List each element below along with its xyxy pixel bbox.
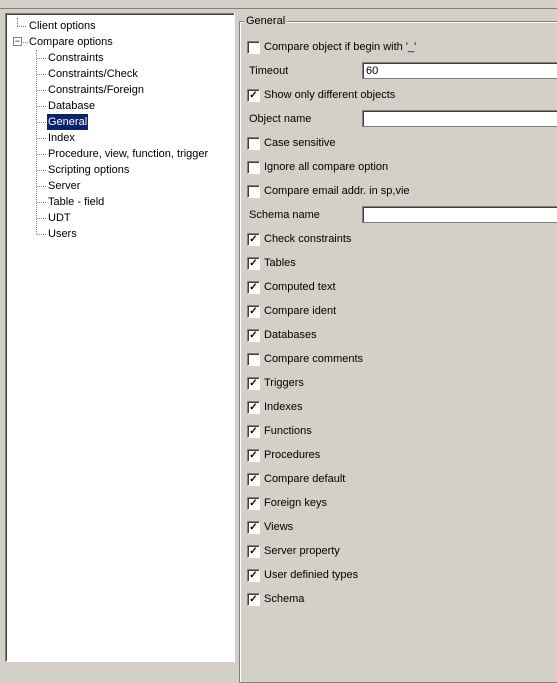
checkbox[interactable] xyxy=(247,185,260,198)
checkbox-label: Show only different objects xyxy=(264,89,396,101)
timeout-label: Timeout xyxy=(249,65,289,77)
checkbox-label: Triggers xyxy=(264,377,304,389)
tree-item[interactable]: Users xyxy=(47,226,78,242)
checkbox-label: Databases xyxy=(264,329,317,341)
tree-item[interactable]: Server xyxy=(47,178,81,194)
checkbox[interactable]: ✓ xyxy=(247,89,260,102)
checkbox-label: Procedures xyxy=(264,449,321,461)
object-name-label: Object name xyxy=(249,113,312,125)
checkbox[interactable]: ✓ xyxy=(247,257,260,270)
tree-item[interactable]: Index xyxy=(47,130,76,146)
checkbox[interactable]: ✓ xyxy=(247,329,260,342)
checkbox[interactable]: ✓ xyxy=(247,305,260,318)
collapse-icon[interactable]: − xyxy=(13,37,22,46)
checkbox-label: Foreign keys xyxy=(264,497,327,509)
checkbox-label: Functions xyxy=(264,425,312,437)
checkbox-label: Views xyxy=(264,521,294,533)
checkbox[interactable]: ✓ xyxy=(247,233,260,246)
checkbox-label: Tables xyxy=(264,257,296,269)
checkbox-label: User definied types xyxy=(264,569,359,581)
checkbox[interactable] xyxy=(247,137,260,150)
splitter[interactable] xyxy=(234,13,237,663)
checkbox-label: Computed text xyxy=(264,281,336,293)
object-name-input[interactable] xyxy=(362,110,557,127)
checkbox-label: Compare default xyxy=(264,473,346,485)
tree-item[interactable]: Scripting options xyxy=(47,162,130,178)
options-tree[interactable]: Client options − Compare options Constra… xyxy=(5,13,235,662)
checkbox[interactable]: ✓ xyxy=(247,281,260,294)
checkbox[interactable]: ✓ xyxy=(247,449,260,462)
checkbox[interactable]: ✓ xyxy=(247,377,260,390)
checkbox[interactable] xyxy=(247,161,260,174)
checkbox-label: Case sensitive xyxy=(264,137,336,149)
checkbox-label: Compare email addr. in sp,vie xyxy=(264,185,410,197)
checkbox-label: Check constraints xyxy=(264,233,352,245)
checkbox[interactable]: ✓ xyxy=(247,593,260,606)
checkbox[interactable]: ✓ xyxy=(247,569,260,582)
tree-item[interactable]: General xyxy=(47,114,89,130)
checkbox-label: Server property xyxy=(264,545,340,557)
checkbox[interactable]: ✓ xyxy=(247,497,260,510)
tree-item-compare-options[interactable]: Compare options xyxy=(28,34,114,50)
schema-name-input[interactable] xyxy=(362,206,557,223)
tree-item-client-options[interactable]: Client options xyxy=(28,18,97,34)
tree-item[interactable]: Procedure, view, function, trigger xyxy=(47,146,209,162)
tree-item[interactable]: Constraints xyxy=(47,50,105,66)
checkbox[interactable] xyxy=(247,41,260,54)
tree-item[interactable]: Constraints/Check xyxy=(47,66,139,82)
tree-item[interactable]: Constraints/Foreign xyxy=(47,82,145,98)
checkbox[interactable]: ✓ xyxy=(247,401,260,414)
tree-item[interactable]: UDT xyxy=(47,210,72,226)
checkbox[interactable]: ✓ xyxy=(247,545,260,558)
checkbox-label: Ignore all compare option xyxy=(264,161,389,173)
tree-item[interactable]: Database xyxy=(47,98,96,114)
checkbox-label: Schema xyxy=(264,593,305,605)
checkbox-label: Compare object if begin with '_' xyxy=(264,41,417,53)
checkbox-label: Indexes xyxy=(264,401,303,413)
checkbox[interactable]: ✓ xyxy=(247,425,260,438)
group-title: General xyxy=(244,14,288,28)
schema-name-label: Schema name xyxy=(249,209,320,221)
tree-item[interactable]: Table - field xyxy=(47,194,105,210)
timeout-input[interactable]: 60 xyxy=(362,62,557,79)
checkbox[interactable]: ✓ xyxy=(247,521,260,534)
top-bar xyxy=(0,0,557,9)
checkbox-label: Compare comments xyxy=(264,353,364,365)
checkbox[interactable] xyxy=(247,353,260,366)
checkbox[interactable]: ✓ xyxy=(247,473,260,486)
checkbox-label: Compare ident xyxy=(264,305,337,317)
